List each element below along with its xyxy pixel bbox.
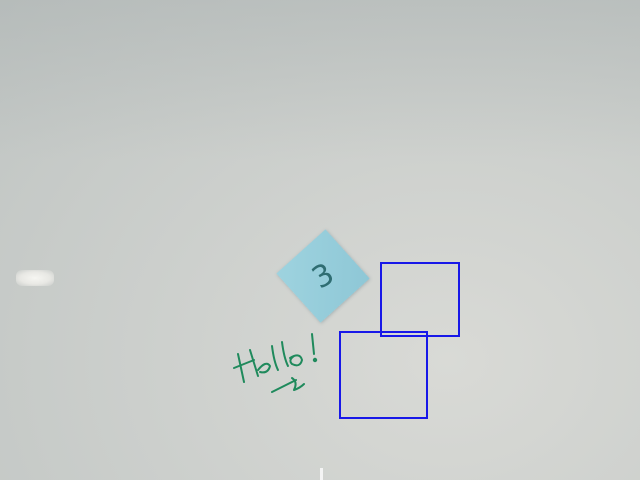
detection-box	[339, 331, 428, 419]
whiteboard-scene: { "scene": { "surface": "whiteboard", "c…	[0, 0, 640, 480]
light-reflection	[320, 468, 323, 480]
light-glare	[16, 270, 54, 286]
board-top-shadow	[0, 0, 640, 160]
handwritten-hello-scribble	[233, 333, 318, 393]
detection-box	[380, 262, 460, 337]
sticky-note-label: 3	[305, 256, 341, 296]
